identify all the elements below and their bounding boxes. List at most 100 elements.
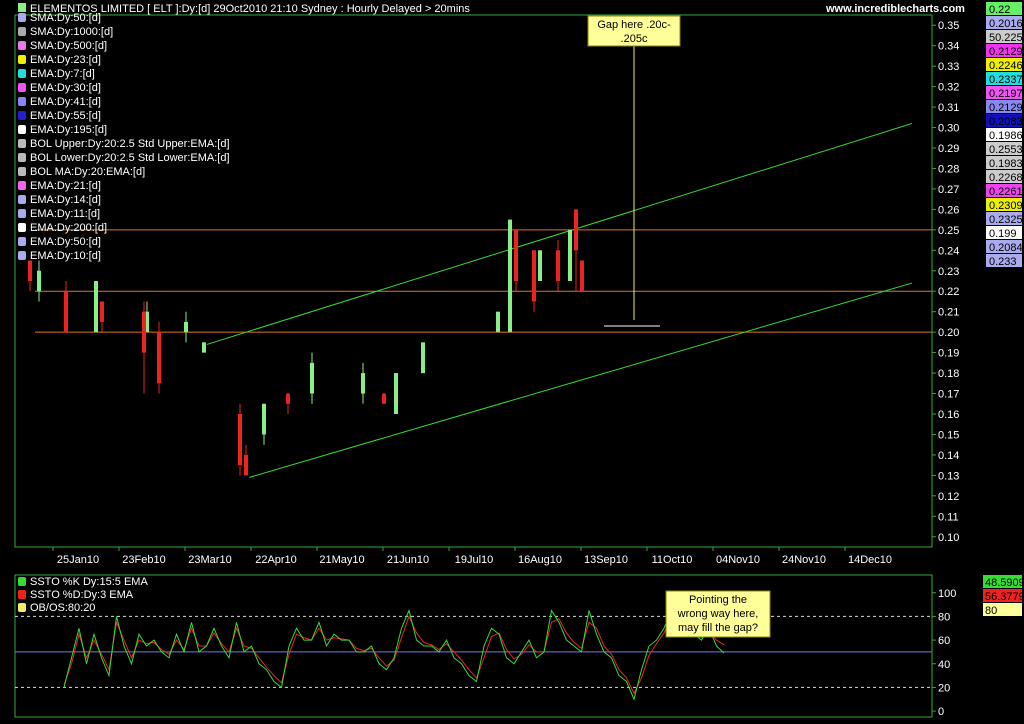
legend-label: EMA:Dy:30:[d] [30, 82, 101, 94]
candle-body [568, 229, 572, 281]
candle-body [184, 321, 188, 333]
value-box-text: 0.2129 [989, 46, 1023, 58]
legend-label: EMA:Dy:21:[d] [30, 180, 101, 192]
value-box-text: 0.2309 [989, 200, 1023, 212]
legend-label: EMA:Dy:195:[d] [30, 124, 107, 136]
y-tick-label: 0.25 [938, 225, 959, 237]
osc-value-boxes: 48.5909 56.3779 80 [983, 575, 1024, 617]
osc-lines [63, 608, 725, 701]
pointing-note-line-3: may fill the gap? [678, 622, 758, 634]
legend-label: BOL Lower:Dy:20:2.5 Std Lower:EMA:[d] [30, 152, 230, 164]
legend-swatch [18, 209, 26, 218]
osc-legend-swatch [18, 603, 26, 612]
value-box-text: 0.2083 [989, 116, 1023, 128]
x-tick-label: 21May10 [319, 554, 364, 566]
legend-swatch [18, 125, 26, 134]
y-tick-label: 0.24 [938, 245, 959, 257]
legend-label: EMA:Dy:50:[d] [30, 236, 101, 248]
legend-label: EMA:Dy:7:[d] [30, 68, 95, 80]
legend-label: SMA:Dy:1000:[d] [30, 26, 113, 38]
osc-series-line [63, 608, 725, 701]
trendline [206, 122, 913, 345]
y-tick-label: 0.13 [938, 470, 959, 482]
y-tick-label: 0.14 [938, 450, 959, 462]
y-tick-label: 0.15 [938, 429, 959, 441]
osc-y-tick-label: 100 [938, 588, 956, 600]
site-link[interactable]: www.incrediblecharts.com [825, 3, 965, 15]
legend-swatch [18, 83, 26, 92]
pointing-note-line-2: wrong way here, [677, 608, 759, 620]
osc-panel-frame [14, 574, 933, 718]
legend-swatch [18, 181, 26, 190]
y-tick-label: 0.19 [938, 348, 959, 360]
value-box-text: 0.2197 [989, 88, 1023, 100]
y-tick-label: 0.12 [938, 491, 959, 503]
value-box-text: 0.2261 [989, 186, 1023, 198]
x-tick-label: 22Apr10 [255, 554, 297, 566]
y-tick-label: 0.17 [938, 389, 959, 401]
gap-note-line-1: Gap here .20c- [597, 19, 671, 31]
legend-swatch [18, 27, 26, 36]
y-tick-label: 0.16 [938, 409, 959, 421]
candlesticks [28, 209, 584, 476]
osc-legend-swatch [18, 577, 26, 586]
y-tick-label: 0.34 [938, 41, 959, 53]
candle-body [64, 291, 68, 333]
candle-body [421, 342, 425, 374]
y-tick-label: 0.32 [938, 82, 959, 94]
candle-body [262, 403, 266, 435]
osc-value-box-text: 80 [985, 605, 997, 617]
x-tick-label: 25Jan10 [57, 554, 99, 566]
legend-label: SMA:Dy:500:[d] [30, 40, 107, 52]
legend-swatch [18, 69, 26, 78]
x-tick-label: 11Oct10 [652, 554, 693, 566]
x-tick-label: 21Jun10 [387, 554, 429, 566]
legend-swatch [18, 111, 26, 120]
main-x-ticks: 25Jan10 23Feb10 23Mar10 22Apr10 21May10 21Jun… [52, 547, 892, 566]
legend-label: EMA:Dy:14:[d] [30, 194, 101, 206]
osc-legend: SSTO %K Dy:15:5 EMASSTO %D:Dy:3 EMAOB/OS… [18, 576, 148, 614]
candle-body [100, 301, 104, 322]
x-tick-label: 23Mar10 [188, 554, 231, 566]
osc-y-tick-label: 40 [938, 659, 950, 671]
candle-body [37, 270, 41, 292]
osc-legend-label: SSTO %D:Dy:3 EMA [30, 589, 134, 601]
candle-body [286, 393, 290, 404]
legend-swatch [18, 251, 26, 260]
y-tick-label: 0.30 [938, 123, 959, 135]
x-tick-label: 23Feb10 [122, 554, 165, 566]
value-box-text: 0.233 [989, 256, 1017, 268]
candle-body [157, 332, 161, 384]
x-tick-label: 13Sep10 [584, 554, 628, 566]
candle-body [310, 362, 314, 394]
y-tick-label: 0.31 [938, 102, 959, 114]
legend-label: EMA:Dy:23:[d] [30, 54, 101, 66]
candle-body [142, 311, 146, 353]
title-color-swatch [18, 3, 26, 12]
y-tick-label: 0.26 [938, 204, 959, 216]
x-tick-label: 16Aug10 [518, 554, 562, 566]
candle-body [496, 311, 500, 333]
legend-swatch [18, 41, 26, 50]
y-tick-label: 0.35 [938, 20, 959, 32]
osc-legend-label: OB/OS:80:20 [30, 602, 95, 614]
y-tick-label: 0.10 [938, 532, 959, 544]
x-tick-label: 14Dec10 [848, 554, 892, 566]
candle-body [244, 454, 248, 476]
value-box-text: 0.2129 [989, 102, 1023, 114]
legend-label: BOL Upper:Dy:20:2.5 Std Upper:EMA:[d] [30, 138, 230, 150]
osc-value-box-text: 48.5909 [985, 577, 1024, 589]
y-tick-label: 0.23 [938, 266, 959, 278]
pointing-note-line-1: Pointing the [689, 594, 747, 606]
legend-swatch [18, 97, 26, 106]
value-box-text: 0.2325 [989, 214, 1023, 226]
y-tick-label: 0.27 [938, 184, 959, 196]
legend-label: EMA:Dy:11:[d] [30, 208, 100, 220]
value-box-text: 0.2337 [989, 74, 1023, 86]
legend-swatch [18, 13, 26, 22]
value-box-text: 0.1986 [989, 130, 1023, 142]
x-tick-label: 24Nov10 [782, 554, 826, 566]
value-box-text: 0.22 [989, 4, 1010, 16]
candle-body [94, 281, 98, 333]
candle-body [28, 260, 32, 281]
